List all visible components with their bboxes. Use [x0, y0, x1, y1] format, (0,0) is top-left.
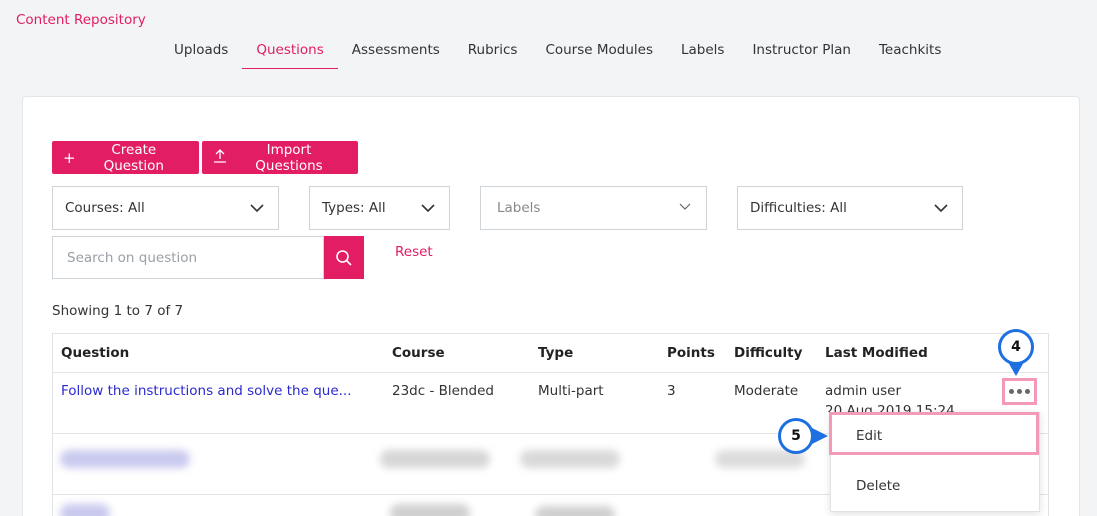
dot	[1017, 389, 1022, 394]
create-question-label: Create Question	[103, 141, 164, 174]
column-header-question[interactable]: Question	[61, 345, 129, 361]
nav-tabs: Uploads Questions Assessments Rubrics Co…	[160, 41, 955, 69]
column-header-course[interactable]: Course	[392, 345, 445, 361]
courses-filter-value: Courses: All	[65, 200, 145, 216]
import-questions-button[interactable]: Import Questions	[202, 141, 358, 174]
row-actions-button[interactable]	[1002, 378, 1037, 405]
callout-pointer	[1008, 362, 1024, 376]
edit-highlight	[829, 412, 1039, 455]
difficulties-filter[interactable]: Difficulties: All	[737, 186, 963, 230]
labels-filter[interactable]: Labels	[480, 186, 707, 230]
chevron-down-icon	[934, 204, 948, 213]
question-link[interactable]: Follow the instructions and solve the qu…	[61, 383, 352, 399]
difficulties-filter-value: Difficulties: All	[750, 200, 847, 216]
app-title[interactable]: Content Repository	[16, 12, 146, 28]
column-header-difficulty[interactable]: Difficulty	[734, 345, 802, 361]
search-button[interactable]	[324, 236, 364, 279]
chevron-down-icon	[679, 203, 691, 210]
chevron-down-icon	[250, 204, 264, 213]
column-header-last-modified[interactable]: Last Modified	[825, 345, 928, 361]
create-question-button[interactable]: + Create Question	[52, 141, 199, 174]
blurred-course	[380, 450, 490, 468]
results-summary: Showing 1 to 7 of 7	[52, 303, 184, 319]
top-bar: Content Repository Uploads Questions Ass…	[0, 0, 1097, 84]
blurred-question	[60, 504, 110, 516]
search-icon	[336, 249, 352, 266]
reset-link[interactable]: Reset	[395, 244, 433, 260]
course-cell: 23dc - Blended	[392, 383, 494, 399]
courses-filter[interactable]: Courses: All	[52, 186, 279, 230]
blurred-type	[535, 506, 615, 516]
import-questions-label: Import Questions	[255, 141, 323, 174]
points-cell: 3	[667, 383, 676, 399]
tab-rubrics[interactable]: Rubrics	[454, 41, 532, 69]
tab-questions[interactable]: Questions	[242, 41, 339, 69]
tab-teachkits[interactable]: Teachkits	[865, 41, 955, 69]
blurred-course	[390, 504, 470, 516]
types-filter[interactable]: Types: All	[309, 186, 450, 230]
difficulty-cell: Moderate	[734, 383, 799, 399]
callout-4: 4	[998, 329, 1034, 365]
plus-icon: +	[63, 148, 76, 167]
blurred-question	[60, 450, 190, 468]
types-filter-value: Types: All	[322, 200, 386, 216]
type-cell: Multi-part	[538, 383, 604, 399]
dot	[1025, 389, 1030, 394]
menu-item-delete[interactable]: Delete	[831, 478, 1039, 494]
dot	[1009, 389, 1014, 394]
search-input[interactable]	[52, 236, 324, 279]
tab-labels[interactable]: Labels	[667, 41, 738, 69]
tab-instructor-plan[interactable]: Instructor Plan	[738, 41, 865, 69]
header-divider	[53, 372, 1049, 373]
upload-icon	[213, 148, 227, 167]
tab-course-modules[interactable]: Course Modules	[531, 41, 667, 69]
labels-filter-placeholder: Labels	[497, 200, 541, 216]
tab-uploads[interactable]: Uploads	[160, 41, 242, 69]
modified-date-cell: 20 Aug 2019 15:24	[825, 403, 955, 412]
column-header-points[interactable]: Points	[667, 345, 715, 361]
callout-pointer	[812, 428, 828, 444]
callout-5: 5	[778, 418, 814, 454]
column-header-type[interactable]: Type	[538, 345, 573, 361]
blurred-type	[520, 450, 620, 468]
modified-by-cell: admin user	[825, 383, 902, 399]
tab-assessments[interactable]: Assessments	[338, 41, 454, 69]
chevron-down-icon	[421, 204, 435, 213]
